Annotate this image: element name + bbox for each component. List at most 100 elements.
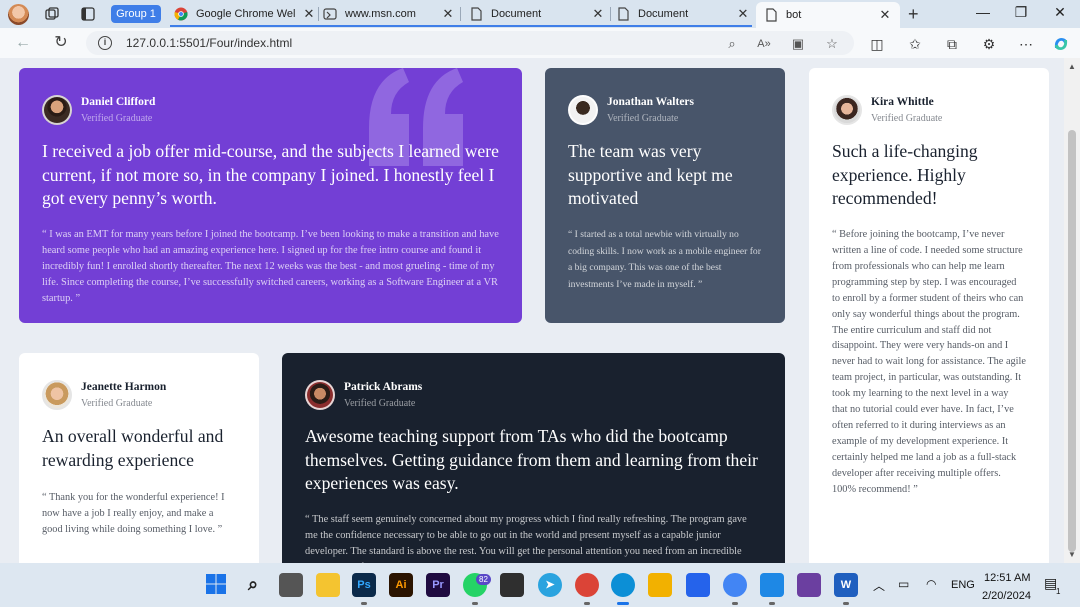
telegram-icon[interactable]: ➤ (538, 573, 562, 597)
testimonial-card-kira: Kira Whittle Verified Graduate Such a li… (809, 68, 1049, 563)
tab-document-2[interactable]: Document ✕ (616, 2, 750, 26)
document-icon (616, 7, 630, 21)
testimonial-quote: “ I was an EMT for many years before I j… (42, 228, 499, 304)
app-icon[interactable] (797, 573, 821, 597)
page-scrollbar[interactable]: ▲ ▼ (1064, 58, 1080, 563)
zoom-icon[interactable]: ⌕ (724, 36, 740, 52)
running-indicator (769, 602, 775, 605)
avatar (305, 380, 335, 410)
workspaces-icon[interactable] (44, 6, 60, 22)
testimonial-headline: The team was very supportive and kept me… (568, 141, 733, 209)
close-icon[interactable]: ✕ (878, 7, 892, 23)
card-header: Daniel Clifford Verified Graduate (42, 94, 499, 126)
vscode-icon[interactable] (760, 573, 784, 597)
new-tab-button[interactable]: + (908, 4, 919, 25)
scrollbar-thumb[interactable] (1068, 130, 1076, 552)
close-window-button[interactable]: ✕ (1050, 4, 1070, 21)
language-indicator[interactable]: ENG (951, 579, 975, 591)
restore-button[interactable]: ❐ (1011, 4, 1031, 21)
task-view-icon[interactable] (279, 573, 303, 597)
read-aloud-icon[interactable]: A» (756, 36, 772, 52)
copilot-icon[interactable] (1052, 35, 1070, 53)
tab-title: Google Chrome Wel (196, 8, 296, 20)
immersive-reader-icon[interactable]: ▣ (790, 36, 806, 52)
tab-divider (318, 7, 319, 21)
illustrator-icon[interactable]: Ai (389, 573, 413, 597)
testimonial-headline: I received a job offer mid-course, and t… (42, 141, 499, 209)
start-menu-icon[interactable] (204, 573, 228, 597)
tab-msn[interactable]: www.msn.com ✕ (323, 2, 455, 26)
split-screen-icon[interactable]: ◫ (868, 35, 886, 53)
card-header: Patrick Abrams Verified Graduate (305, 379, 762, 411)
app-icon[interactable] (500, 573, 524, 597)
file-explorer-icon[interactable] (316, 573, 340, 597)
person-name: Daniel Clifford (81, 95, 156, 108)
tab-bot-active[interactable]: bot ✕ (756, 2, 900, 28)
favorites-icon[interactable]: ✩ (906, 35, 924, 53)
battery-icon[interactable]: ▭ (898, 577, 909, 591)
clock-date[interactable]: 2/20/2024 (982, 590, 1031, 602)
document-icon (764, 8, 778, 22)
running-indicator (732, 602, 738, 605)
chrome-taskbar-icon[interactable] (575, 573, 599, 597)
app-icon[interactable] (648, 573, 672, 597)
search-icon[interactable]: ⌕ (241, 573, 265, 597)
card-header: Jonathan Walters Verified Graduate (568, 94, 762, 126)
app-icon[interactable] (686, 573, 710, 597)
close-icon[interactable]: ✕ (736, 6, 750, 22)
minimize-button[interactable]: — (973, 4, 993, 20)
clock-time[interactable]: 12:51 AM (984, 572, 1030, 584)
scroll-down-arrow-icon[interactable]: ▼ (1068, 550, 1076, 559)
tab-title: www.msn.com (345, 8, 416, 20)
address-bar[interactable]: i 127.0.0.1:5501/Four/index.html ⌕ A» ▣ … (86, 31, 854, 55)
testimonial-headline: An overall wonderful and rewarding exper… (42, 426, 224, 470)
info-icon[interactable]: i (98, 36, 112, 50)
card-header: Kira Whittle Verified Graduate (832, 94, 1026, 126)
edge-taskbar-icon[interactable] (611, 573, 635, 597)
avatar (568, 95, 598, 125)
tab-title: Document (491, 8, 542, 20)
testimonial-quote: “ Thank you for the wonderful experience… (42, 492, 225, 536)
close-icon[interactable]: ✕ (302, 6, 316, 22)
person-name: Kira Whittle (871, 95, 934, 108)
photoshop-icon[interactable]: Ps (352, 573, 376, 597)
chrome-profile-icon[interactable] (723, 573, 747, 597)
collections-icon[interactable]: ⧉ (943, 35, 961, 53)
page-icon (323, 7, 337, 21)
wifi-icon[interactable]: ◠ (926, 577, 936, 591)
close-icon[interactable]: ✕ (441, 6, 455, 22)
premiere-icon[interactable]: Pr (426, 573, 450, 597)
avatar (42, 95, 72, 125)
avatar (832, 95, 862, 125)
close-icon[interactable]: ✕ (591, 6, 605, 22)
scroll-up-arrow-icon[interactable]: ▲ (1068, 62, 1076, 71)
address-url[interactable]: 127.0.0.1:5501/Four/index.html (126, 36, 292, 50)
testimonial-card-jeanette: Jeanette Harmon Verified Graduate An ove… (19, 353, 259, 563)
tab-actions-icon[interactable] (80, 6, 96, 22)
person-name: Jeanette Harmon (81, 380, 167, 393)
document-icon (469, 7, 483, 21)
refresh-button[interactable]: ↻ (52, 34, 70, 52)
testimonial-quote: “ The staff seem genuinely concerned abo… (305, 513, 747, 563)
word-icon[interactable]: W (834, 573, 858, 597)
running-indicator (843, 602, 849, 605)
card-header: Jeanette Harmon Verified Graduate (42, 379, 236, 411)
page-viewport: Daniel Clifford Verified Graduate I rece… (0, 58, 1064, 563)
profile-avatar[interactable] (8, 4, 29, 25)
tab-document-1[interactable]: Document ✕ (469, 2, 605, 26)
running-indicator (584, 602, 590, 605)
favorite-star-icon[interactable]: ☆ (824, 36, 840, 52)
extensions-icon[interactable]: ⚙ (980, 35, 998, 53)
active-indicator (617, 602, 629, 605)
browser-tab-strip: Group 1 Google Chrome Wel ✕ www.msn.com … (0, 0, 1080, 28)
tab-divider (610, 7, 611, 21)
back-button[interactable]: ← (14, 34, 32, 52)
testimonial-card-patrick: Patrick Abrams Verified Graduate Awesome… (282, 353, 785, 563)
chevron-up-icon[interactable]: ︿ (873, 577, 885, 594)
tab-google-chrome[interactable]: Google Chrome Wel ✕ (174, 2, 316, 26)
person-role: Verified Graduate (344, 397, 416, 409)
running-indicator (472, 602, 478, 605)
tab-group-chip[interactable]: Group 1 (111, 5, 161, 23)
windows-taskbar: ⌕ Ps Ai Pr ➤ W ︿ ▭ ◠ ENG 12:51 AM 2/20/2… (0, 563, 1080, 607)
more-menu-icon[interactable]: ⋯ (1017, 35, 1035, 53)
